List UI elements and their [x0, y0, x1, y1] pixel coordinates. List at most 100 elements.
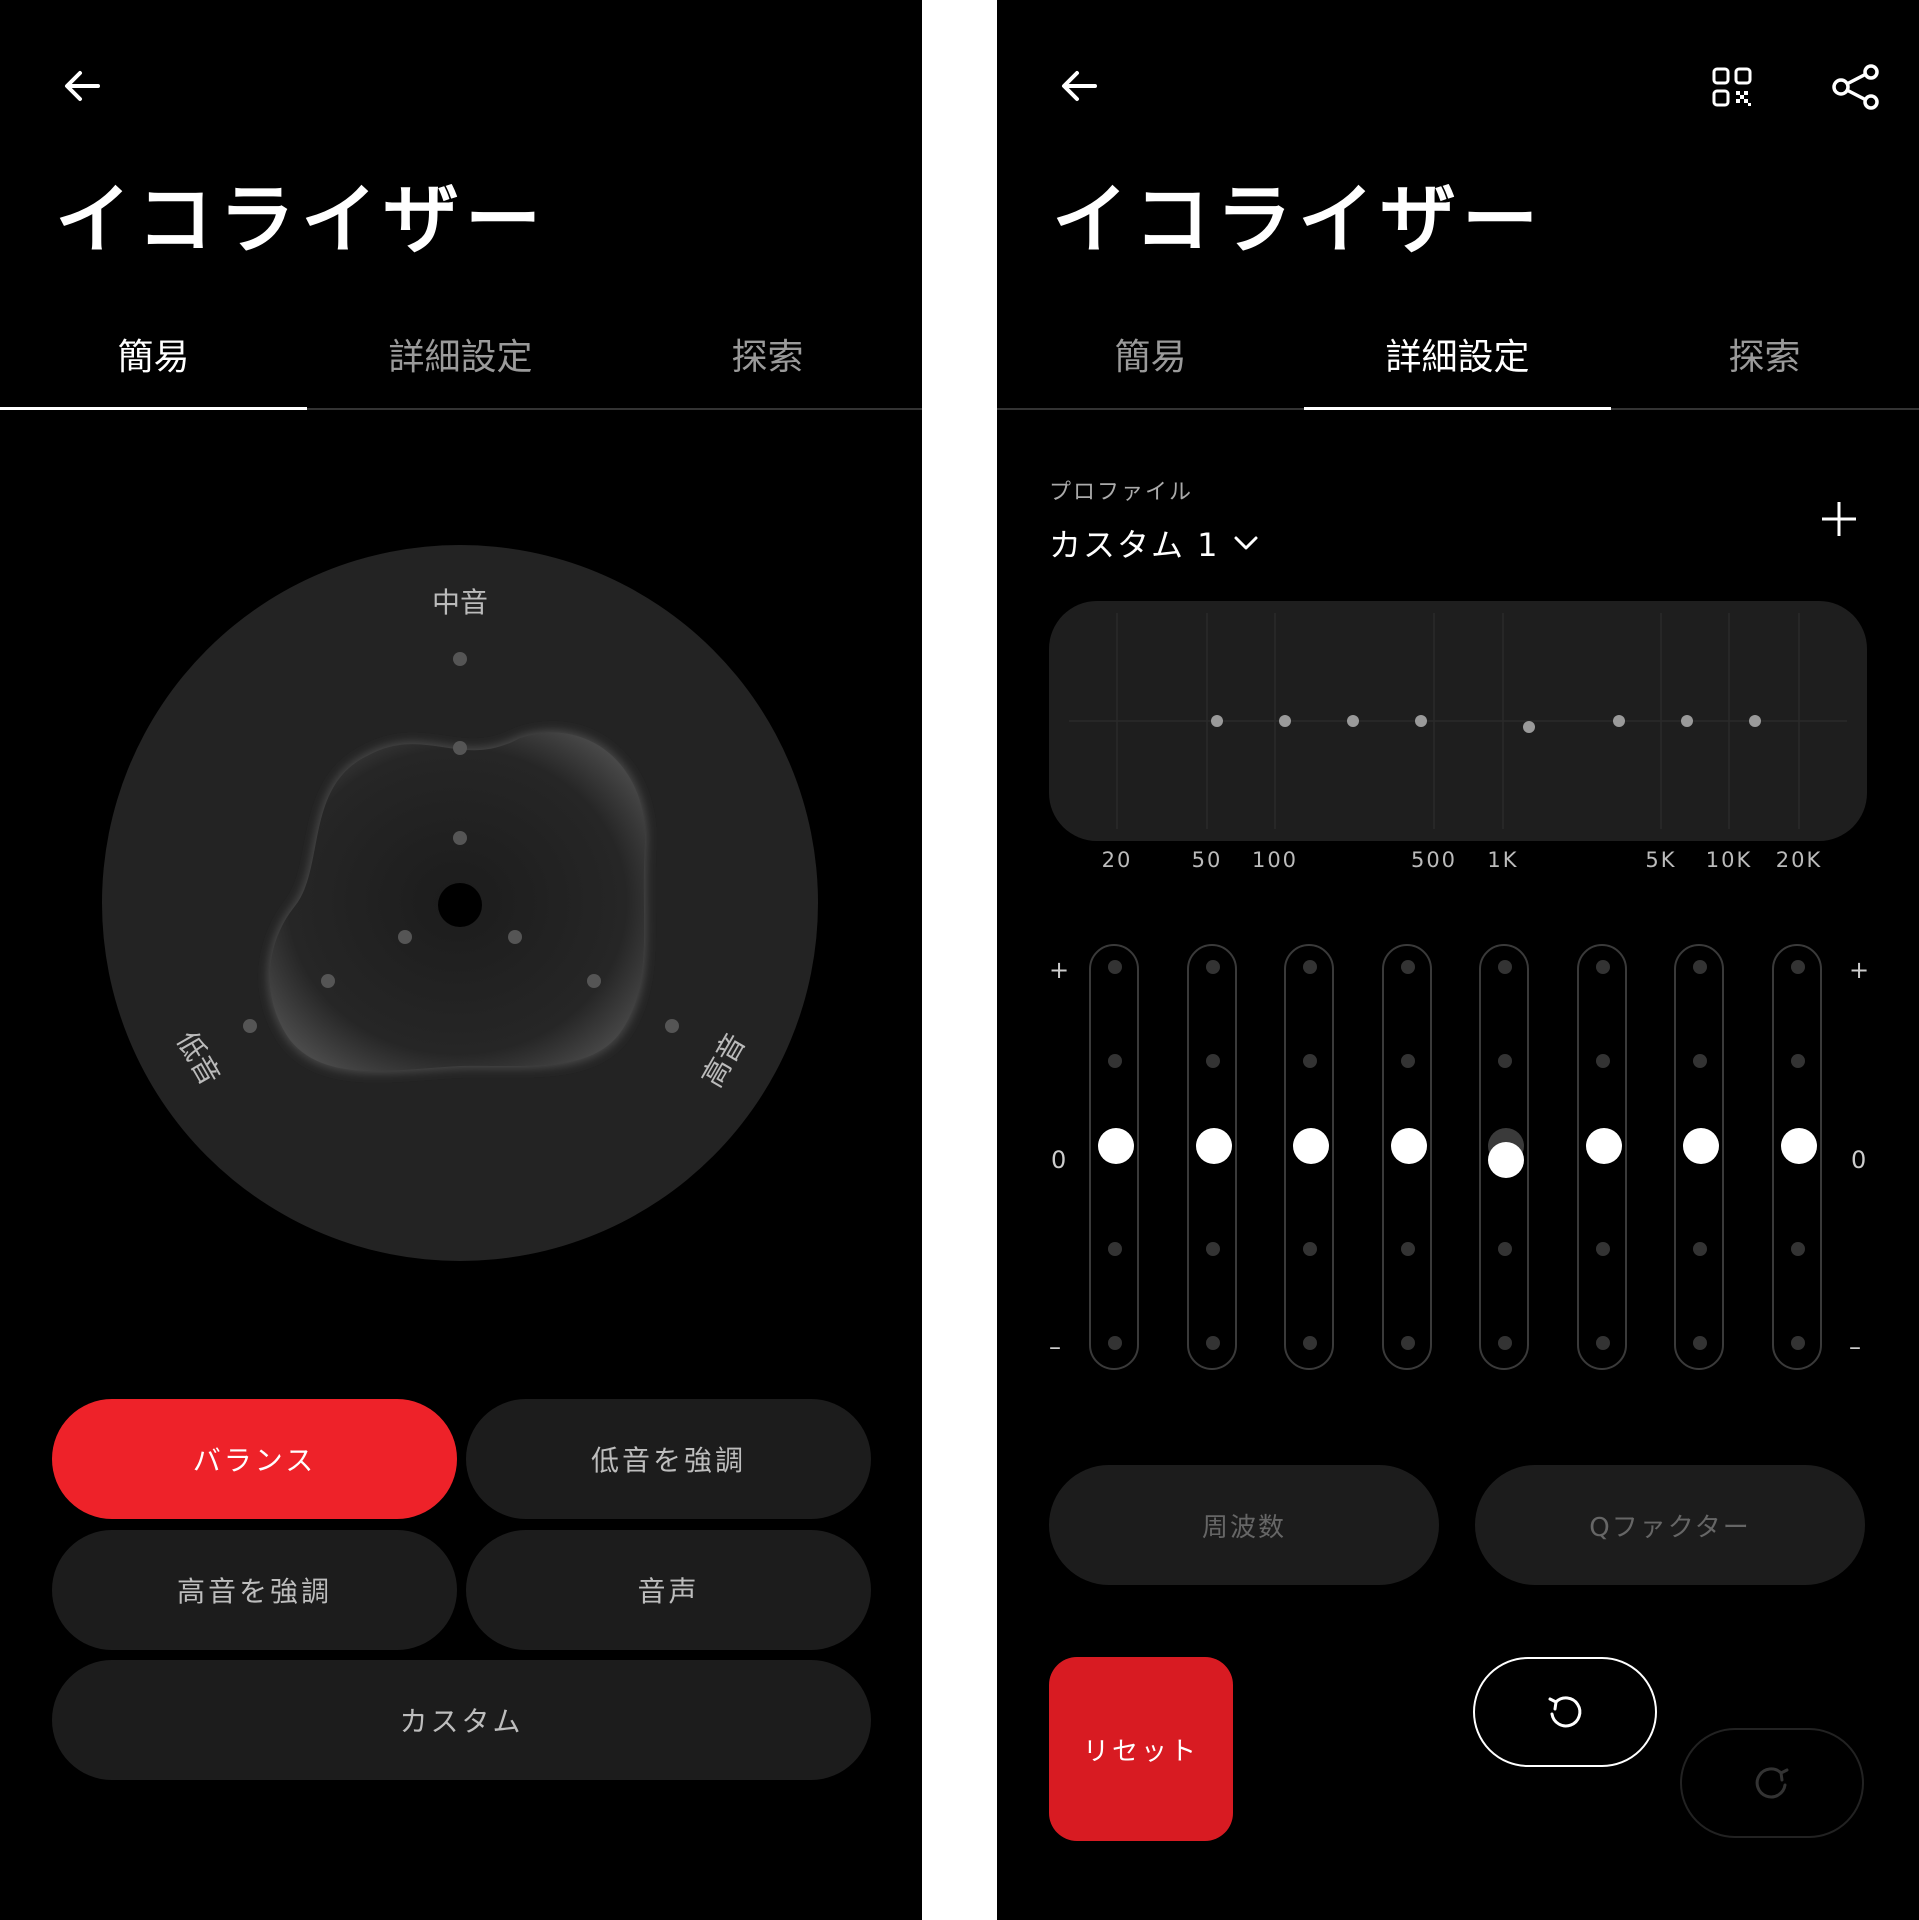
graph-band-point	[1279, 715, 1291, 727]
freq-label-1k: 1K	[1487, 848, 1519, 872]
tab-explore[interactable]: 探索	[614, 325, 921, 391]
slider-step-dot	[1400, 1336, 1415, 1350]
frequency-button[interactable]: 周波数	[1049, 1465, 1439, 1585]
treble-dot	[587, 974, 601, 988]
tab-explore[interactable]: 探索	[1611, 325, 1918, 391]
equalizer-simple-screen: イコライザー 簡易 詳細設定 探索 中音 低音 高音 バランス 低音を強調 高音…	[0, 0, 922, 1920]
slider-step-dot	[1595, 1054, 1610, 1068]
graph-band-point	[1211, 715, 1223, 727]
slider-knob[interactable]	[1195, 1128, 1232, 1164]
slider-step-dot	[1595, 1336, 1610, 1350]
slider-knob[interactable]	[1585, 1128, 1622, 1164]
slider-knob[interactable]	[1780, 1128, 1817, 1164]
slider-step-dot	[1303, 960, 1317, 974]
slider-step-dot	[1108, 1054, 1122, 1068]
slider-step-dot	[1205, 1336, 1220, 1350]
bass-dot	[243, 1019, 257, 1033]
slider-step-dot	[1790, 1054, 1805, 1068]
tab-bar: 簡易 詳細設定 探索	[0, 325, 922, 410]
share-icon[interactable]	[1831, 64, 1881, 110]
mid-dot	[453, 652, 467, 666]
graph-band-point	[1681, 715, 1693, 727]
slider-step-dot	[1303, 1242, 1317, 1256]
graph-band-point	[1347, 715, 1359, 727]
band-slider[interactable]	[1576, 944, 1627, 1370]
redo-icon	[1755, 1767, 1789, 1799]
graph-band-point	[1415, 715, 1427, 727]
gain-zero-label-right: 0	[1851, 1146, 1867, 1174]
chevron-down-icon	[1234, 536, 1258, 550]
treble-dot	[665, 1019, 679, 1033]
tab-advanced[interactable]: 詳細設定	[1304, 325, 1611, 391]
gain-minus-label-right: –	[1849, 1333, 1861, 1361]
slider-step-dot	[1693, 1242, 1707, 1256]
slider-step-dot	[1693, 1336, 1707, 1350]
slider-step-dot	[1303, 1336, 1317, 1350]
back-arrow-icon[interactable]	[58, 62, 106, 110]
preset-custom-button[interactable]: カスタム	[52, 1660, 871, 1780]
slider-step-dot	[1205, 1242, 1220, 1256]
gain-plus-label-left: +	[1049, 956, 1070, 984]
tab-simple[interactable]: 簡易	[997, 325, 1304, 391]
freq-label-500: 500	[1410, 848, 1458, 872]
preset-treble-boost-button[interactable]: 高音を強調	[52, 1530, 457, 1650]
redo-button[interactable]	[1680, 1728, 1864, 1838]
preset-bass-boost-button[interactable]: 低音を強調	[466, 1399, 871, 1519]
graph-band-point	[1749, 715, 1761, 727]
slider-step-dot	[1790, 960, 1805, 974]
gain-minus-label-left: –	[1049, 1333, 1061, 1361]
slider-knob[interactable]	[1098, 1128, 1134, 1164]
undo-button[interactable]	[1473, 1657, 1657, 1767]
slider-step-dot	[1498, 1054, 1512, 1068]
profile-label: プロファイル	[1049, 480, 1194, 505]
slider-step-dot	[1790, 1242, 1805, 1256]
plus-icon[interactable]	[1820, 500, 1858, 538]
slider-step-dot	[1790, 1336, 1805, 1350]
slider-step-dot	[1108, 1336, 1122, 1350]
slider-knob[interactable]	[1488, 1141, 1524, 1178]
profile-dropdown[interactable]: カスタム 1	[1049, 520, 1260, 566]
slider-step-dot	[1400, 960, 1415, 974]
preset-voice-button[interactable]: 音声	[466, 1530, 871, 1650]
page-title: イコライザー	[1052, 175, 1544, 264]
preset-balance-button[interactable]: バランス	[52, 1399, 457, 1519]
slider-step-dot	[1498, 960, 1512, 974]
tab-advanced[interactable]: 詳細設定	[307, 325, 614, 391]
slider-knob[interactable]	[1683, 1128, 1719, 1164]
tab-indicator	[0, 407, 307, 410]
band-slider[interactable]	[1771, 944, 1822, 1370]
freq-label-10k: 10K	[1705, 848, 1753, 872]
slider-step-dot	[1498, 1336, 1512, 1350]
graph-band-point	[1523, 721, 1535, 733]
eq-response-graph	[1049, 601, 1867, 841]
back-arrow-icon[interactable]	[1055, 62, 1103, 110]
band-slider[interactable]	[1479, 944, 1529, 1370]
graph-band-point	[1613, 715, 1625, 727]
slider-step-dot	[1108, 960, 1122, 974]
slider-knob[interactable]	[1390, 1128, 1427, 1164]
tab-simple[interactable]: 簡易	[0, 325, 307, 391]
band-slider[interactable]	[1089, 944, 1139, 1370]
slider-step-dot	[1400, 1054, 1415, 1068]
tab-bar: 簡易 詳細設定 探索	[997, 325, 1919, 410]
q-factor-button[interactable]: Qファクター	[1475, 1465, 1865, 1585]
band-slider[interactable]	[1381, 944, 1432, 1370]
slider-step-dot	[1400, 1242, 1415, 1256]
undo-icon	[1548, 1696, 1582, 1728]
mid-dot	[453, 831, 467, 845]
slider-knob[interactable]	[1293, 1128, 1329, 1164]
band-slider[interactable]	[1186, 944, 1237, 1370]
bass-dot	[321, 974, 335, 988]
mid-dot	[453, 741, 467, 755]
eq-dial[interactable]: 中音 低音 高音	[100, 543, 820, 1263]
slider-step-dot	[1205, 960, 1220, 974]
freq-label-100: 100	[1251, 848, 1299, 872]
profile-value: カスタム 1	[1049, 526, 1220, 564]
dial-center-handle[interactable]	[438, 883, 482, 927]
band-slider[interactable]	[1674, 944, 1724, 1370]
reset-button[interactable]: リセット	[1049, 1657, 1233, 1841]
band-slider[interactable]	[1284, 944, 1334, 1370]
slider-step-dot	[1595, 1242, 1610, 1256]
qr-code-icon[interactable]	[1711, 66, 1753, 108]
freq-label-20k: 20K	[1775, 848, 1823, 872]
